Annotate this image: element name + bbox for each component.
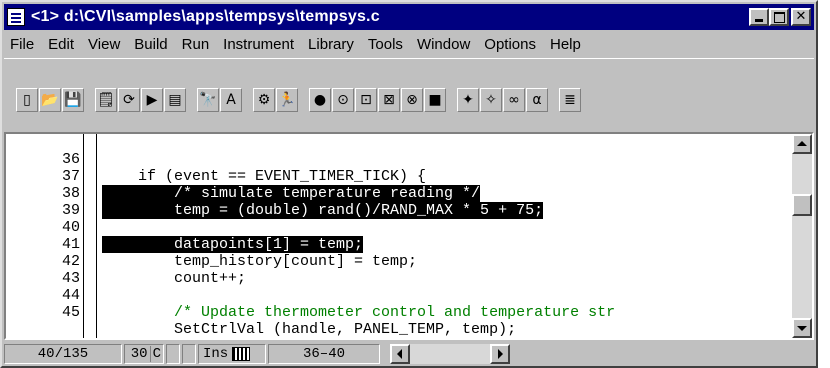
step-out-icon[interactable]: ⊠ [378, 88, 400, 112]
arrow-left-icon [397, 349, 402, 359]
step-into-icon[interactable]: ⊡ [355, 88, 377, 112]
arrow-up-icon [797, 141, 807, 146]
column-position: 30 C [124, 344, 164, 364]
status-bar: 40/135 30 C Ins 36–40 [4, 342, 814, 366]
menu-options[interactable]: Options [478, 36, 544, 53]
watch-icon[interactable]: α [526, 88, 548, 112]
grid-icon [232, 347, 251, 361]
variables-icon[interactable]: ∞ [503, 88, 525, 112]
scroll-down-button[interactable] [792, 318, 812, 338]
code-line[interactable]: 39 [6, 185, 724, 219]
go-icon[interactable]: ● [309, 88, 331, 112]
save-file-icon[interactable]: 💾 [62, 88, 84, 112]
scroll-up-button[interactable] [792, 134, 812, 154]
menu-run[interactable]: Run [176, 36, 218, 53]
toolbar-row: ▯ 📂 💾 🗒 ⟳ ▶ ▤ 🔭 A ⚙ 🏃 ● ⊙ ⊡ ⊠ ⊗ ■ ✦ ✧ ∞ [16, 85, 582, 115]
window-icon[interactable]: ▤ [164, 88, 186, 112]
run-icon[interactable]: ▶ [141, 88, 163, 112]
build-icon[interactable]: ⚙ [253, 88, 275, 112]
arrow-down-icon [797, 326, 807, 331]
window-title: <1> d:\CVI\samples\apps\tempsys\tempsys.… [31, 8, 380, 25]
break-icon[interactable]: ⊗ [401, 88, 423, 112]
menu-window[interactable]: Window [411, 36, 478, 53]
code-line[interactable]: 40 datapoints[1] = temp; [6, 202, 724, 253]
menu-file[interactable]: File [4, 36, 42, 53]
source-editor[interactable]: 36 if (event == EVENT_TIMER_TICK) { 37 /… [4, 132, 814, 340]
edit-ui-icon[interactable]: 🗒 [95, 88, 117, 112]
new-file-icon[interactable]: ▯ [16, 88, 38, 112]
menu-tools[interactable]: Tools [362, 36, 411, 53]
selection-range: 36–40 [268, 344, 380, 364]
scroll-left-button[interactable] [390, 344, 410, 364]
code-line[interactable]: 42 count++; [6, 236, 724, 287]
code-line[interactable]: 37 /* simulate temperature reading */ [6, 151, 724, 202]
close-button[interactable]: ✕ [791, 8, 811, 26]
document-icon[interactable] [7, 8, 25, 26]
code-line[interactable]: 44 /* Update thermometer control and tem… [6, 270, 724, 321]
arrow-right-icon [498, 349, 503, 359]
editor-window: <1> d:\CVI\samples\apps\tempsys\tempsys.… [0, 0, 818, 368]
code-line[interactable]: 36 if (event == EVENT_TIMER_TICK) { [6, 134, 724, 185]
recompile-icon[interactable]: ⟳ [118, 88, 140, 112]
scroll-right-button[interactable] [490, 344, 510, 364]
code-text: SetCtrlVal (handle, PANEL_TEMP, temp); [102, 321, 517, 338]
title-bar[interactable]: <1> d:\CVI\samples\apps\tempsys\tempsys.… [4, 4, 814, 30]
maximize-button[interactable] [769, 8, 789, 26]
code-line[interactable]: 43 [6, 253, 724, 287]
line-position: 40/135 [4, 344, 122, 364]
menu-help[interactable]: Help [544, 36, 589, 53]
code-text: /* Update thermometer control and temper… [102, 304, 616, 321]
menu-build[interactable]: Build [128, 36, 175, 53]
minimize-button[interactable] [749, 8, 769, 26]
menu-edit[interactable]: Edit [42, 36, 82, 53]
menu-instrument[interactable]: Instrument [217, 36, 302, 53]
status-blank-1 [166, 344, 180, 364]
function-tree-icon[interactable]: ≣ [559, 88, 581, 112]
horizontal-scrollbar[interactable] [390, 344, 510, 364]
line-number: 45 [61, 304, 80, 321]
insert-mode[interactable]: Ins [198, 344, 266, 364]
code-line[interactable]: 38 temp = (double) rand()/RAND_MAX * 5 +… [6, 168, 724, 219]
menu-bar: File Edit View Build Run Instrument Libr… [4, 32, 814, 56]
toolbar: ▯ 📂 💾 🗒 ⟳ ▶ ▤ 🔭 A ⚙ 🏃 ● ⊙ ⊡ ⊠ ⊗ ■ ✦ ✧ ∞ [4, 58, 814, 128]
replace-icon[interactable]: A [220, 88, 242, 112]
open-file-icon[interactable]: 📂 [39, 88, 61, 112]
window-controls: ✕ [749, 8, 811, 26]
toggle-breakpoint-icon[interactable]: ✦ [457, 88, 479, 112]
stop-icon[interactable]: ■ [424, 88, 446, 112]
run-project-icon[interactable]: 🏃 [276, 88, 298, 112]
status-blank-2 [182, 344, 196, 364]
step-over-icon[interactable]: ⊙ [332, 88, 354, 112]
breakpoints-icon[interactable]: ✧ [480, 88, 502, 112]
menu-library[interactable]: Library [302, 36, 362, 53]
vertical-scrollbar[interactable] [792, 134, 812, 338]
scroll-thumb[interactable] [792, 194, 812, 216]
code-line[interactable]: 45 SetCtrlVal (handle, PANEL_TEMP, temp)… [6, 287, 724, 338]
code-line[interactable]: 41 temp_history[count] = temp; [6, 219, 724, 270]
find-icon[interactable]: 🔭 [197, 88, 219, 112]
menu-view[interactable]: View [82, 36, 128, 53]
